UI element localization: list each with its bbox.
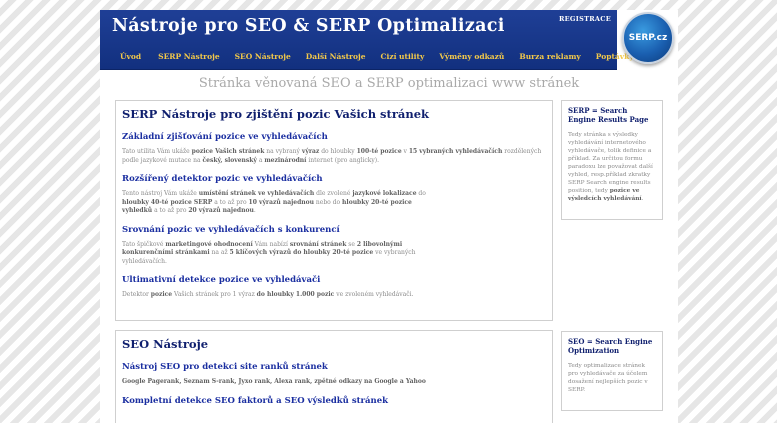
emphasis-text: Google Pagerank, Seznam S-rank, Jyxo ran… — [122, 378, 426, 385]
main-nav: Úvod SERP Nástroje SEO Nástroje Další Ná… — [100, 46, 634, 66]
emphasis-text: pozice Vašich stránek — [191, 148, 265, 155]
serp-section-title[interactable]: Rozšířený detektor pozic ve vyhledávačíc… — [122, 174, 552, 184]
logo-text: SERP.cz — [628, 33, 668, 43]
seo-tools-heading[interactable]: SEO Nástroje — [122, 337, 552, 351]
emphasis-text: 100-té pozice — [356, 148, 402, 155]
nav-item-burza-reklamy[interactable]: Burza reklamy — [519, 52, 580, 61]
emphasis-text: 5 klíčových výrazů do hloubky 20-té pozi… — [229, 249, 374, 256]
serp-tools-heading[interactable]: SERP Nástroje pro zjištění pozic Vašich … — [122, 107, 552, 121]
emphasis-text: do hloubky 1.000 pozic — [256, 291, 335, 298]
page-tagline: Stránka věnovaná SEO a SERP optimalizaci… — [198, 76, 580, 91]
page-wrapper: Nástroje pro SEO & SERP Optimalizaci REG… — [100, 10, 678, 423]
site-title[interactable]: Nástroje pro SEO & SERP Optimalizaci — [112, 16, 505, 36]
emphasis-text: pozice — [150, 291, 173, 298]
emphasis-text: hloubky 40-té pozice SERP — [122, 198, 213, 206]
serp-section-title[interactable]: Základní zjišťování pozice ve vyhledávač… — [122, 132, 552, 142]
seo-definition-title: SEO = Search Engine Optimization — [568, 337, 653, 355]
serp-logo[interactable]: SERP.cz — [622, 12, 674, 64]
seo-definition-text: Tedy optimalizace stránek pro vyhledávač… — [568, 363, 648, 393]
serp-definition-text: Tedy stránka s výsledky vyhledávání inte… — [568, 132, 653, 202]
nav-item-vymeny-odkazu[interactable]: Výměny odkazů — [439, 52, 504, 61]
registration-link[interactable]: REGISTRACE — [559, 15, 611, 23]
emphasis-text: marketingové ohodnocení — [165, 240, 253, 248]
emphasis-text: český, slovenský — [202, 156, 257, 164]
emphasis-text: jazykové lokalizace — [352, 190, 417, 197]
emphasis-text: pozice ve výsledcích vyhledávání — [568, 188, 642, 202]
emphasis-text: srovnání stránek — [289, 240, 347, 248]
nav-item-uvod[interactable]: Úvod — [120, 52, 141, 61]
serp-section-desc: Tento nástroj Vám ukáže umístění stránek… — [122, 190, 426, 214]
seo-section-title[interactable]: Kompletní detekce SEO faktorů a SEO výsl… — [122, 396, 552, 406]
emphasis-text: výraz — [301, 148, 320, 155]
emphasis-text: 20 výrazů najednou — [188, 207, 254, 214]
site-header: Nástroje pro SEO & SERP Optimalizaci REG… — [100, 10, 634, 70]
nav-item-cizi-utility[interactable]: Cizí utility — [381, 52, 425, 61]
seo-section-title[interactable]: Nástroj SEO pro detekci site ranků strán… — [122, 362, 552, 372]
serp-section-desc: Tato špičkové marketingové ohodnocení Vá… — [122, 240, 416, 265]
seo-tools-panel: SEO Nástroje Nástroj SEO pro detekci sit… — [115, 330, 553, 423]
serp-definition-title: SERP = Search Engine Results Page — [568, 106, 649, 124]
serp-section-desc: Detektor pozice Vašich stránek pro 1 výr… — [122, 291, 414, 298]
emphasis-text: umístění stránek ve vyhledávačích — [198, 190, 315, 197]
emphasis-text: mezinárodní — [264, 156, 307, 164]
emphasis-text: 10 výrazů najednou — [248, 198, 314, 206]
serp-section-title[interactable]: Ultimativní detekce pozice ve vyhledávač… — [122, 275, 552, 285]
seo-section-desc: Google Pagerank, Seznam S-rank, Jyxo ran… — [122, 378, 544, 387]
seo-definition-box: SEO = Search Engine Optimization Tedy op… — [561, 331, 663, 411]
serp-definition-box: SERP = Search Engine Results Page Tedy s… — [561, 100, 663, 220]
serp-tools-panel: SERP Nástroje pro zjištění pozic Vašich … — [115, 100, 553, 321]
serp-section-desc: Tato utilita Vám ukáže pozice Vašich str… — [122, 148, 542, 164]
emphasis-text: 15 vybraných vyhledávačích — [408, 148, 503, 155]
nav-item-seo-nastroje[interactable]: SEO Nástroje — [235, 52, 291, 61]
nav-item-serp-nastroje[interactable]: SERP Nástroje — [158, 52, 219, 61]
serp-section-title[interactable]: Srovnání pozic ve vyhledávačích s konkur… — [122, 225, 552, 235]
nav-item-dalsi-nastroje[interactable]: Další Nástroje — [306, 52, 366, 61]
